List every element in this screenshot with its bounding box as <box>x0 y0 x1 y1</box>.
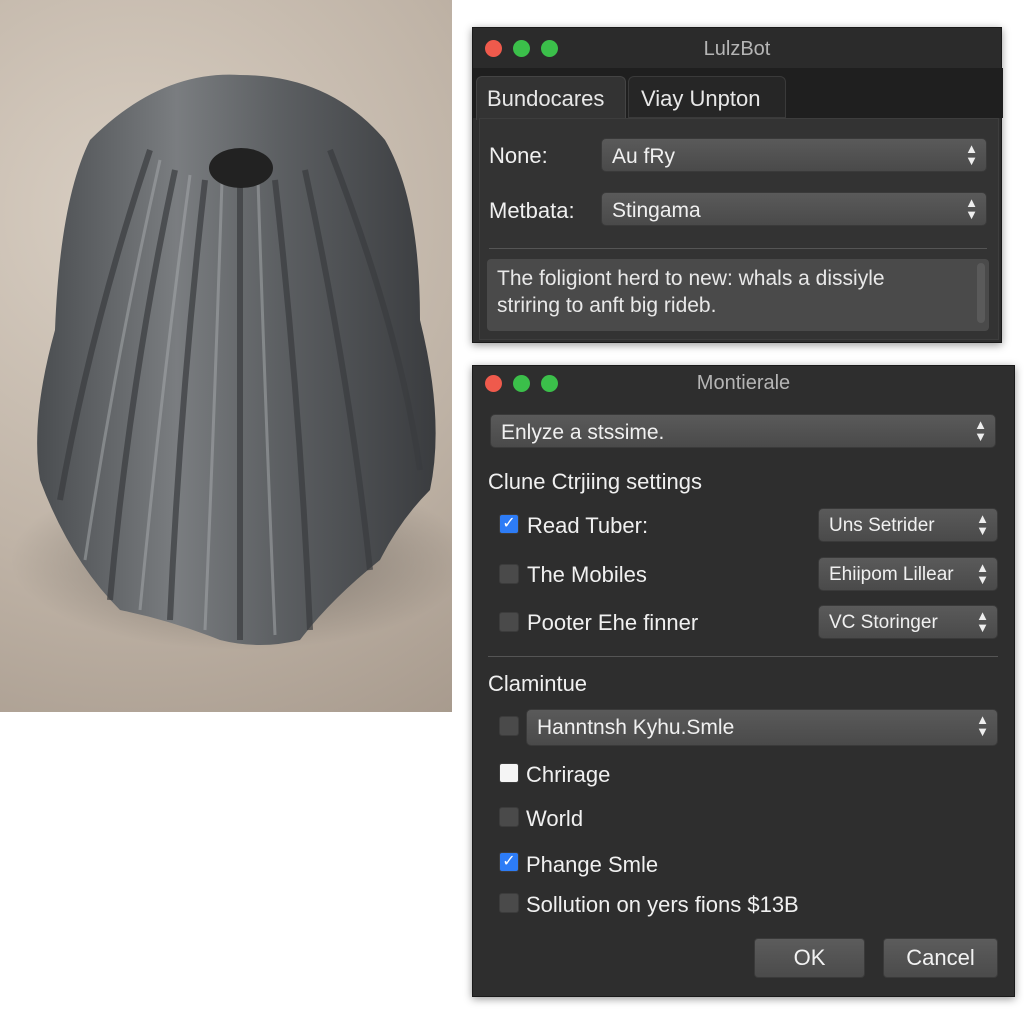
phange-smle-checkbox[interactable]: ✓ <box>499 852 519 872</box>
window-title: LulzBot <box>703 38 771 60</box>
tab-viay-unpton[interactable]: Viay Unpton <box>628 76 786 118</box>
3d-print-photo <box>0 0 452 712</box>
sollution-checkbox[interactable] <box>499 893 519 913</box>
title-bar[interactable]: LulzBot <box>473 28 1001 68</box>
mobiles-label: The Mobiles <box>527 562 647 587</box>
pooter-checkbox[interactable] <box>499 612 519 632</box>
stepper-icon: ▲ ▼ <box>976 511 989 538</box>
world-checkbox[interactable] <box>499 807 519 827</box>
read-tuber-select[interactable]: Uns Setrider ▲ ▼ <box>818 508 998 542</box>
pooter-label: Pooter Ehe finner <box>527 610 699 635</box>
metadata-select[interactable]: Stingama ▲ ▼ <box>601 192 987 226</box>
read-tuber-checkbox[interactable]: ✓ <box>499 514 519 534</box>
stepper-icon: ▲ ▼ <box>976 712 989 739</box>
divider <box>489 248 987 249</box>
hanntnsh-checkbox[interactable] <box>499 716 519 736</box>
phange-smle-label: Phange Smle <box>526 852 659 877</box>
none-select[interactable]: Au fRy ▲ ▼ <box>601 138 987 172</box>
stepper-icon: ▲ ▼ <box>976 608 989 635</box>
divider <box>488 656 998 657</box>
metadata-label: Metbata: <box>489 198 575 223</box>
tab-bundocares[interactable]: Bundocares <box>476 76 626 120</box>
stepper-icon: ▲ ▼ <box>976 560 989 587</box>
cancel-button[interactable]: Cancel <box>883 938 998 978</box>
description-textarea[interactable]: The foligiont herd to new: whals a dissi… <box>487 259 989 331</box>
hanntnsh-select[interactable]: Hanntnsh Kyhu.Smle ▲ ▼ <box>526 709 998 746</box>
none-label: None: <box>489 143 548 168</box>
stepper-icon: ▲ ▼ <box>965 195 978 222</box>
lulzbot-window: LulzBot Bundocares Viay Unpton None: Au … <box>472 27 1003 343</box>
chrirage-checkbox[interactable] <box>499 763 519 783</box>
mobiles-checkbox[interactable] <box>499 564 519 584</box>
section-heading: Clune Ctrjiing settings <box>488 469 702 494</box>
title-bar[interactable]: Montierale <box>473 366 1014 406</box>
scrollbar[interactable] <box>977 263 985 323</box>
world-label: World <box>526 806 584 831</box>
chrirage-label: Chrirage <box>526 762 611 787</box>
window-title: Montierale <box>696 372 791 394</box>
mobiles-select[interactable]: Ehiipom Lillear ▲ ▼ <box>818 557 998 591</box>
read-tuber-label: Read Tuber: <box>527 513 649 538</box>
montierale-window: Montierale Enlyze a stssime. ▲ ▼ Clune Ctr… <box>472 365 1015 997</box>
section-heading: Clamintue <box>488 671 588 696</box>
sollution-label: Sollution on yers fions $13B <box>526 892 799 917</box>
top-select[interactable]: Enlyze a stssime. ▲ ▼ <box>490 414 996 448</box>
stepper-icon: ▲ ▼ <box>974 417 987 444</box>
ok-button[interactable]: OK <box>754 938 865 978</box>
stepper-icon: ▲ ▼ <box>965 141 978 168</box>
pooter-select[interactable]: VC Storinger ▲ ▼ <box>818 605 998 639</box>
